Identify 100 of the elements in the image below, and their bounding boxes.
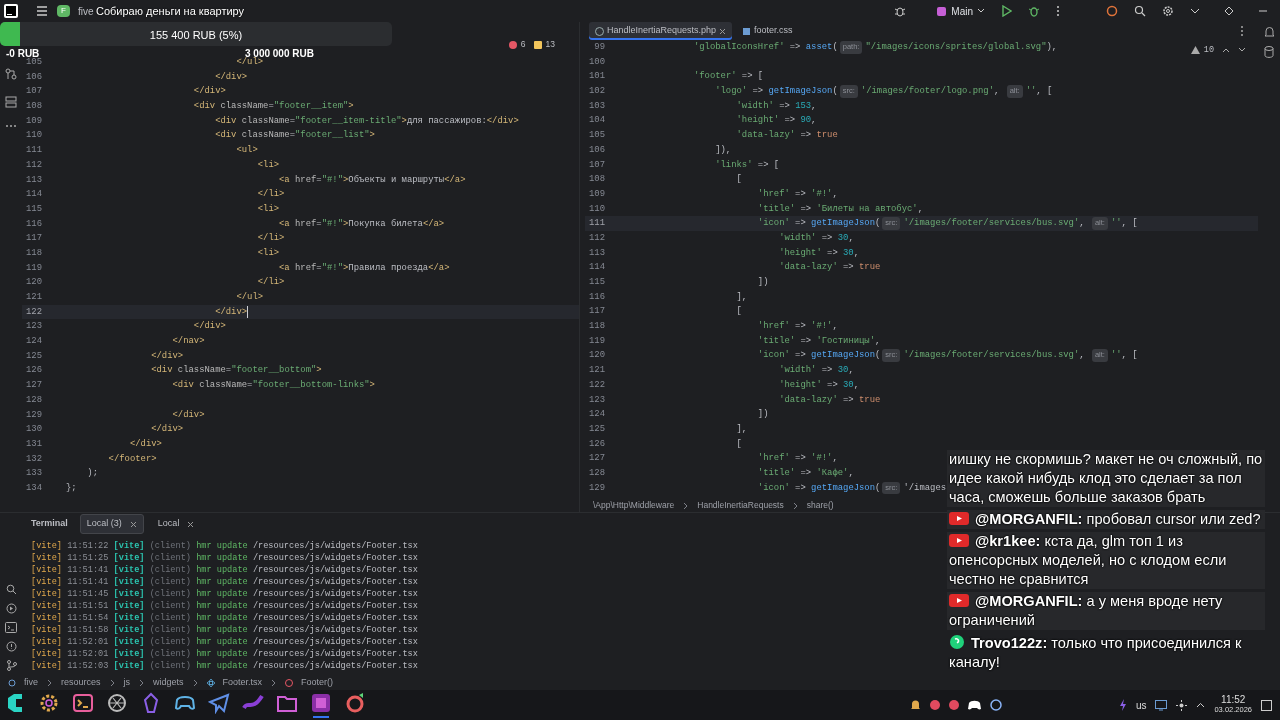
ring-icon[interactable] bbox=[344, 692, 366, 714]
git-icon[interactable] bbox=[5, 660, 17, 671]
line-number: 118 bbox=[25, 246, 42, 260]
problems-icon[interactable] bbox=[5, 641, 17, 652]
breadcrumb-item[interactable]: widgets bbox=[153, 675, 184, 690]
line-number: 117 bbox=[25, 232, 42, 246]
aperture-icon[interactable] bbox=[106, 692, 128, 714]
code-line: <li> bbox=[256, 246, 280, 260]
terminal-line: [vite] 11:52:03 [vite] (client) hmr update /resources/js/widgets/Footer.tsx bbox=[31, 660, 418, 672]
line-number: 123 bbox=[25, 320, 42, 334]
bell-icon[interactable] bbox=[909, 699, 921, 711]
run-configuration-button[interactable]: Main bbox=[936, 3, 985, 19]
gear-icon[interactable] bbox=[38, 692, 60, 714]
diamond-icon[interactable] bbox=[1224, 6, 1234, 16]
notification-square-icon[interactable] bbox=[1261, 699, 1272, 711]
close-icon[interactable] bbox=[129, 520, 137, 528]
paper-plane-icon[interactable] bbox=[208, 692, 230, 714]
run-icon[interactable] bbox=[1001, 5, 1012, 17]
display-icon[interactable] bbox=[1155, 699, 1168, 711]
structure-icon[interactable] bbox=[5, 96, 17, 108]
breadcrumb-item[interactable]: \App\Http\Middleware bbox=[593, 499, 675, 512]
close-icon[interactable] bbox=[187, 520, 195, 528]
breadcrumb-item[interactable]: js bbox=[123, 675, 131, 690]
code-line: </nav> bbox=[171, 335, 205, 349]
line-number: 104 bbox=[588, 114, 605, 128]
breadcrumb-item[interactable]: Footer() bbox=[301, 675, 334, 690]
close-icon[interactable] bbox=[719, 27, 727, 35]
menu-icon[interactable] bbox=[35, 5, 49, 17]
chevron-up-icon[interactable] bbox=[1222, 47, 1230, 54]
lightning-icon[interactable] bbox=[1118, 699, 1127, 711]
chevron-right-icon bbox=[191, 677, 199, 688]
project-badge: F bbox=[57, 5, 70, 17]
panel-title: Terminal bbox=[31, 517, 68, 531]
ide-icon[interactable] bbox=[310, 692, 332, 714]
commit-icon[interactable] bbox=[5, 68, 17, 80]
code-line: [ bbox=[735, 305, 742, 319]
chevron-down-icon[interactable] bbox=[1190, 7, 1200, 15]
warning-icon bbox=[1190, 46, 1200, 55]
status-dot-icon[interactable] bbox=[948, 700, 959, 710]
project-name[interactable]: five bbox=[77, 3, 94, 19]
code-line: </div> bbox=[128, 437, 162, 451]
ring-icon[interactable] bbox=[1106, 5, 1118, 17]
line-number: 109 bbox=[588, 187, 605, 201]
line-number: 113 bbox=[25, 173, 42, 187]
code-text: '/images/footer/services/bus.svg', bbox=[903, 349, 1086, 363]
line-number: 108 bbox=[25, 100, 42, 114]
code-line: ], bbox=[735, 290, 748, 304]
debug-icon[interactable] bbox=[1028, 5, 1040, 17]
breadcrumb-item[interactable]: HandleInertiaRequests bbox=[697, 499, 784, 512]
more-icon[interactable] bbox=[1240, 25, 1244, 37]
terminal-tab[interactable]: Local bbox=[151, 515, 201, 533]
database-icon[interactable] bbox=[1264, 46, 1274, 58]
search-icon[interactable] bbox=[5, 584, 17, 595]
gamepad-icon[interactable] bbox=[967, 700, 981, 710]
text-cursor bbox=[247, 305, 249, 318]
chevron-right-icon bbox=[108, 677, 116, 688]
breadcrumb-item[interactable]: Footer.tsx bbox=[222, 675, 263, 690]
brightness-icon[interactable] bbox=[1176, 699, 1188, 711]
line-number: 124 bbox=[588, 408, 605, 422]
editor-tab[interactable]: footer.css bbox=[736, 22, 799, 40]
status-dot-icon[interactable] bbox=[929, 700, 940, 710]
code-line: 'height' => 30, bbox=[778, 378, 860, 392]
code-line: 'title' => 'Кафе', bbox=[756, 466, 854, 480]
goal-title: Собираю деньги на квартиру bbox=[96, 4, 245, 19]
terminal-icon[interactable] bbox=[72, 692, 94, 714]
line-number: 109 bbox=[25, 114, 42, 128]
terminal-tab[interactable]: Local (3) bbox=[79, 514, 144, 534]
breadcrumb-item[interactable]: resources bbox=[61, 675, 101, 690]
line-number: 127 bbox=[25, 379, 42, 393]
chevron-right-icon bbox=[791, 500, 799, 511]
chevron-right-icon bbox=[46, 677, 53, 688]
editor-tab[interactable]: HandleInertiaRequests.php bbox=[589, 22, 733, 40]
chevron-up-icon[interactable] bbox=[1196, 702, 1206, 708]
line-number: 106 bbox=[588, 143, 605, 157]
line-number: 127 bbox=[588, 452, 605, 466]
code-line: 'data-lazy' => true bbox=[778, 261, 881, 275]
search-icon[interactable] bbox=[1134, 5, 1146, 17]
play-badge-icon bbox=[949, 512, 969, 525]
notification-icon[interactable] bbox=[1263, 26, 1275, 38]
settings-icon[interactable] bbox=[1162, 5, 1174, 17]
breadcrumb-item[interactable]: five bbox=[24, 675, 38, 690]
clock-time[interactable]: 11:52 bbox=[1221, 695, 1246, 705]
breadcrumb-item[interactable]: share() bbox=[806, 499, 834, 512]
code-line: 'title' => 'Билеты на автобус', bbox=[756, 202, 923, 216]
code-text: 'globalIconsHref' => asset( bbox=[692, 41, 838, 54]
code-line: </div> bbox=[214, 305, 248, 319]
terminal-icon[interactable] bbox=[5, 622, 17, 633]
function-icon bbox=[285, 678, 294, 687]
more-icon[interactable] bbox=[1056, 5, 1060, 17]
line-number: 130 bbox=[25, 423, 42, 437]
chevron-down-icon[interactable] bbox=[1238, 47, 1246, 54]
run-icon[interactable] bbox=[5, 603, 17, 614]
chevron-right-icon bbox=[682, 500, 690, 511]
code-line: </li> bbox=[256, 276, 285, 290]
terminal-line: [vite] 11:51:58 [vite] (client) hmr update /resources/js/widgets/Footer.tsx bbox=[31, 624, 418, 636]
more-icon[interactable] bbox=[5, 124, 17, 128]
bug-icon[interactable] bbox=[894, 5, 907, 17]
keyboard-layout[interactable]: us bbox=[1135, 697, 1147, 713]
warning-count: 13 bbox=[545, 38, 555, 51]
line-number: 110 bbox=[588, 202, 605, 216]
